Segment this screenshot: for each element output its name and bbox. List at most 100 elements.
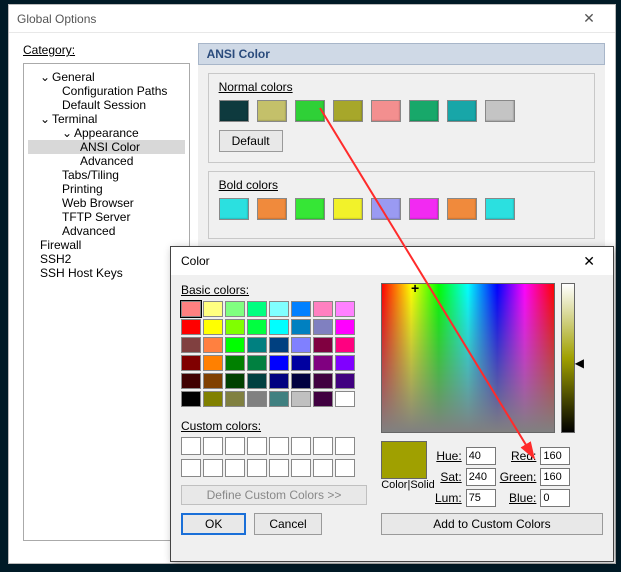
- color-swatch[interactable]: [333, 100, 363, 122]
- color-swatch[interactable]: [447, 198, 477, 220]
- tree-item[interactable]: ⌄General: [28, 70, 185, 84]
- basic-color-cell[interactable]: [313, 355, 333, 371]
- color-swatch[interactable]: [219, 198, 249, 220]
- color-swatch[interactable]: [409, 198, 439, 220]
- basic-color-cell[interactable]: [181, 319, 201, 335]
- dialog-close-button[interactable]: ✕: [575, 251, 603, 272]
- basic-color-cell[interactable]: [203, 355, 223, 371]
- custom-color-cell[interactable]: [225, 437, 245, 455]
- basic-color-cell[interactable]: [269, 373, 289, 389]
- custom-color-cell[interactable]: [225, 459, 245, 477]
- color-swatch[interactable]: [485, 198, 515, 220]
- tree-item[interactable]: ⌄Appearance: [28, 126, 185, 140]
- tree-item[interactable]: Default Session: [28, 98, 185, 112]
- basic-color-cell[interactable]: [269, 391, 289, 407]
- tree-item[interactable]: Firewall: [28, 238, 185, 252]
- custom-color-cell[interactable]: [203, 459, 223, 477]
- basic-colors-grid[interactable]: [181, 301, 371, 407]
- basic-color-cell[interactable]: [269, 337, 289, 353]
- basic-color-cell[interactable]: [313, 391, 333, 407]
- basic-color-cell[interactable]: [181, 373, 201, 389]
- category-tree[interactable]: ⌄GeneralConfiguration PathsDefault Sessi…: [23, 63, 190, 541]
- basic-color-cell[interactable]: [291, 391, 311, 407]
- basic-color-cell[interactable]: [313, 301, 333, 317]
- basic-color-cell[interactable]: [225, 319, 245, 335]
- custom-colors-grid-2[interactable]: [181, 459, 371, 477]
- basic-color-cell[interactable]: [203, 373, 223, 389]
- basic-color-cell[interactable]: [269, 301, 289, 317]
- tree-item[interactable]: Web Browser: [28, 196, 185, 210]
- tree-item[interactable]: SSH2: [28, 252, 185, 266]
- custom-color-cell[interactable]: [203, 437, 223, 455]
- custom-color-cell[interactable]: [181, 437, 201, 455]
- blue-input[interactable]: [540, 489, 570, 507]
- color-swatch[interactable]: [371, 198, 401, 220]
- basic-color-cell[interactable]: [181, 355, 201, 371]
- basic-color-cell[interactable]: [181, 301, 201, 317]
- sat-input[interactable]: [466, 468, 496, 486]
- basic-color-cell[interactable]: [225, 391, 245, 407]
- color-swatch[interactable]: [485, 100, 515, 122]
- tree-item[interactable]: TFTP Server: [28, 210, 185, 224]
- basic-color-cell[interactable]: [203, 337, 223, 353]
- color-swatch[interactable]: [333, 198, 363, 220]
- color-swatch[interactable]: [219, 100, 249, 122]
- basic-color-cell[interactable]: [225, 373, 245, 389]
- color-swatch[interactable]: [409, 100, 439, 122]
- color-gradient-picker[interactable]: +: [381, 283, 555, 433]
- tree-item[interactable]: Configuration Paths: [28, 84, 185, 98]
- custom-colors-grid[interactable]: [181, 437, 371, 455]
- green-input[interactable]: [540, 468, 570, 486]
- custom-color-cell[interactable]: [181, 459, 201, 477]
- color-swatch[interactable]: [371, 100, 401, 122]
- lum-input[interactable]: [466, 489, 496, 507]
- basic-color-cell[interactable]: [291, 337, 311, 353]
- color-swatch[interactable]: [295, 100, 325, 122]
- basic-color-cell[interactable]: [247, 373, 267, 389]
- tree-item[interactable]: Tabs/Tiling: [28, 168, 185, 182]
- tree-item[interactable]: Advanced: [28, 154, 185, 168]
- basic-color-cell[interactable]: [335, 391, 355, 407]
- tree-item[interactable]: Printing: [28, 182, 185, 196]
- basic-color-cell[interactable]: [291, 355, 311, 371]
- custom-color-cell[interactable]: [335, 459, 355, 477]
- ok-button[interactable]: OK: [181, 513, 246, 535]
- custom-color-cell[interactable]: [291, 437, 311, 455]
- basic-color-cell[interactable]: [335, 319, 355, 335]
- hue-input[interactable]: [466, 447, 496, 465]
- custom-color-cell[interactable]: [313, 459, 333, 477]
- basic-color-cell[interactable]: [291, 373, 311, 389]
- basic-color-cell[interactable]: [335, 373, 355, 389]
- tree-item[interactable]: Advanced: [28, 224, 185, 238]
- color-swatch[interactable]: [257, 100, 287, 122]
- basic-color-cell[interactable]: [203, 391, 223, 407]
- basic-color-cell[interactable]: [247, 319, 267, 335]
- luminance-slider[interactable]: ◀: [561, 283, 575, 433]
- color-swatch[interactable]: [295, 198, 325, 220]
- basic-color-cell[interactable]: [313, 373, 333, 389]
- window-close-button[interactable]: ✕: [571, 7, 607, 31]
- basic-color-cell[interactable]: [181, 391, 201, 407]
- custom-color-cell[interactable]: [269, 437, 289, 455]
- basic-color-cell[interactable]: [225, 355, 245, 371]
- basic-color-cell[interactable]: [291, 319, 311, 335]
- cancel-button[interactable]: Cancel: [254, 513, 321, 535]
- custom-color-cell[interactable]: [313, 437, 333, 455]
- basic-color-cell[interactable]: [181, 337, 201, 353]
- basic-color-cell[interactable]: [269, 355, 289, 371]
- basic-color-cell[interactable]: [247, 355, 267, 371]
- basic-color-cell[interactable]: [335, 301, 355, 317]
- basic-color-cell[interactable]: [335, 337, 355, 353]
- custom-color-cell[interactable]: [247, 437, 267, 455]
- basic-color-cell[interactable]: [247, 337, 267, 353]
- basic-color-cell[interactable]: [269, 319, 289, 335]
- basic-color-cell[interactable]: [225, 337, 245, 353]
- custom-color-cell[interactable]: [269, 459, 289, 477]
- basic-color-cell[interactable]: [247, 391, 267, 407]
- basic-color-cell[interactable]: [203, 319, 223, 335]
- add-to-custom-button[interactable]: Add to Custom Colors: [381, 513, 603, 535]
- basic-color-cell[interactable]: [313, 337, 333, 353]
- default-button[interactable]: Default: [219, 130, 283, 152]
- basic-color-cell[interactable]: [225, 301, 245, 317]
- basic-color-cell[interactable]: [247, 301, 267, 317]
